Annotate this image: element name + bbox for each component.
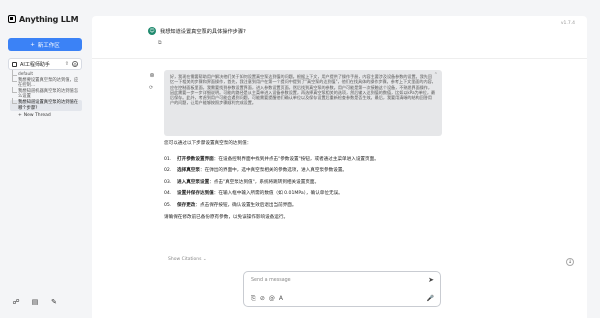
- thread-list: default 我想要设置真空泵的达到值，应在控制… 我想知道机器真空泵的达到值…: [10, 70, 82, 118]
- step-number: 05.: [164, 202, 172, 208]
- plus-icon: +: [18, 113, 22, 119]
- list-item: 05. 保存更改：点击保存按钮，确认设置生效后退出当前界面。: [164, 202, 297, 208]
- thinking-text: 好，我现在需要帮助用户解决他们关于如何设置真空泵达到值的问题。根据上下文，用户提…: [170, 74, 436, 106]
- show-citations-link[interactable]: Show Citations ⌄: [168, 257, 207, 262]
- step-number: 03.: [164, 179, 172, 185]
- step-desc: 点击"真空泵达到值"，系统将跳转到相关设置页面。: [213, 179, 320, 185]
- list-item: 03. 进入真空泵设置：点击"真空泵达到值"，系统将跳转到相关设置页面。: [164, 179, 320, 185]
- docs-icon[interactable]: ▤: [31, 298, 39, 306]
- logo-icon: [8, 15, 16, 23]
- thinking-panel: ⌃ 好，我现在需要帮助用户解决他们关于如何设置真空泵达到值的问题。根据上下文，用…: [164, 70, 442, 136]
- community-icon[interactable]: ☍: [12, 298, 20, 306]
- step-desc: 在设备控制界面中找到并点击"参数设置"按钮，或者通过主菜单进入设置页面。: [218, 156, 379, 162]
- scroll-down-icon[interactable]: ↓: [566, 258, 574, 266]
- step-desc: 在弹出的界面中，选中真空泵相关的参数选项，进入真空泵参数设置。: [204, 168, 348, 174]
- settings-gear-icon[interactable]: ⚙: [72, 61, 78, 67]
- plus-icon: +: [30, 41, 35, 48]
- workspace-icon: [12, 61, 17, 67]
- upload-icon[interactable]: ⇪: [65, 61, 69, 67]
- sidebar-footer: ☍ ▤ ✎: [12, 298, 58, 306]
- slash-command-icon[interactable]: ⊘: [260, 295, 265, 303]
- list-item: 02. 选择真空泵：在弹出的界面中，选中真空泵相关的参数选项，进入真空泵参数设置。: [164, 168, 348, 174]
- step-title: 打开参数设置界面: [177, 156, 214, 162]
- step-title: 进入真空泵设置: [177, 179, 210, 185]
- thread-item-active[interactable]: 我想知道设置真空泵的达到值在哪个步骤?: [10, 97, 82, 112]
- answer-intro: 您可以通过以下步骤设置真空泵的达到值：: [164, 141, 252, 146]
- chevron-up-icon[interactable]: ⌃: [434, 72, 438, 78]
- step-desc: 点击保存按钮，确认设置生效后退出当前界面。: [200, 202, 297, 208]
- show-citations-label: Show Citations: [168, 257, 202, 262]
- attach-icon[interactable]: ⎘: [251, 295, 256, 303]
- list-item: 04. 设置并保存达到值：在输入框中输入所需的数值（如 0.01MPa），确认单位…: [164, 191, 343, 197]
- sidebar: Anything LLM + 新工作区 AI工程师助手 ⇪ ⚙ default …: [0, 0, 88, 318]
- app-title: Anything LLM: [19, 14, 79, 24]
- step-title: 选择真空泵: [177, 168, 200, 174]
- new-workspace-label: 新工作区: [37, 42, 60, 49]
- assistant-avatar-icon: ⊚: [149, 72, 155, 79]
- thread-item[interactable]: 我想知道机器真空泵的达到值怎么设置: [10, 86, 82, 100]
- workspace-item[interactable]: AI工程师助手 ⇪ ⚙: [8, 58, 82, 70]
- thread-item[interactable]: 我想要设置真空泵的达到值，应在控制…: [10, 75, 82, 89]
- settings-icon[interactable]: ✎: [50, 298, 58, 306]
- thinking-indicator-icon: ⟳: [149, 85, 154, 91]
- message-input[interactable]: Send a message: [251, 278, 291, 283]
- agent-icon[interactable]: @: [269, 295, 275, 303]
- step-number: 01.: [164, 156, 172, 162]
- new-thread-button[interactable]: + New Thread: [10, 113, 82, 118]
- microphone-icon[interactable]: 🎤: [427, 295, 434, 302]
- answer-outro: 请确保在修改前已备份原有参数，以免误操作影响设备运行。: [164, 214, 289, 220]
- message-composer[interactable]: Send a message ➤ ⎘ ⊘ @ A 🎤: [243, 271, 441, 307]
- composer-tools: ⎘ ⊘ @ A: [251, 295, 283, 303]
- assistant-answer: 您可以通过以下步骤设置真空泵的达到值： 01. 打开参数设置界面：在设备控制界面中…: [164, 141, 464, 220]
- user-message: 我想知道设置真空泵的具体操作步骤?: [160, 28, 246, 35]
- step-desc: 在输入框中输入所需的数值（如 0.01MPa），确认单位无误。: [218, 191, 343, 197]
- send-icon[interactable]: ➤: [428, 276, 434, 284]
- step-number: 02.: [164, 168, 172, 174]
- steps-list: 01. 打开参数设置界面：在设备控制界面中找到并点击"参数设置"按钮，或者通过主菜…: [164, 157, 464, 209]
- new-thread-label: New Thread: [23, 113, 51, 119]
- list-item: 01. 打开参数设置界面：在设备控制界面中找到并点击"参数设置"按钮，或者通过主菜…: [164, 156, 379, 162]
- new-workspace-button[interactable]: + 新工作区: [8, 38, 82, 51]
- user-message-row: ☺ 我想知道设置真空泵的具体操作步骤?: [148, 27, 246, 35]
- text-size-icon[interactable]: A: [279, 295, 283, 303]
- app-logo: Anything LLM: [8, 14, 79, 24]
- copy-icon[interactable]: ⧉: [158, 40, 162, 46]
- step-title: 设置并保存达到值: [177, 191, 214, 197]
- workspace-name: AI工程师助手: [20, 61, 50, 68]
- step-number: 04.: [164, 191, 172, 197]
- divider: [92, 58, 587, 59]
- version-label: v1.7.4: [560, 21, 575, 26]
- step-title: 保存更改: [177, 202, 196, 208]
- user-avatar: ☺: [148, 27, 156, 35]
